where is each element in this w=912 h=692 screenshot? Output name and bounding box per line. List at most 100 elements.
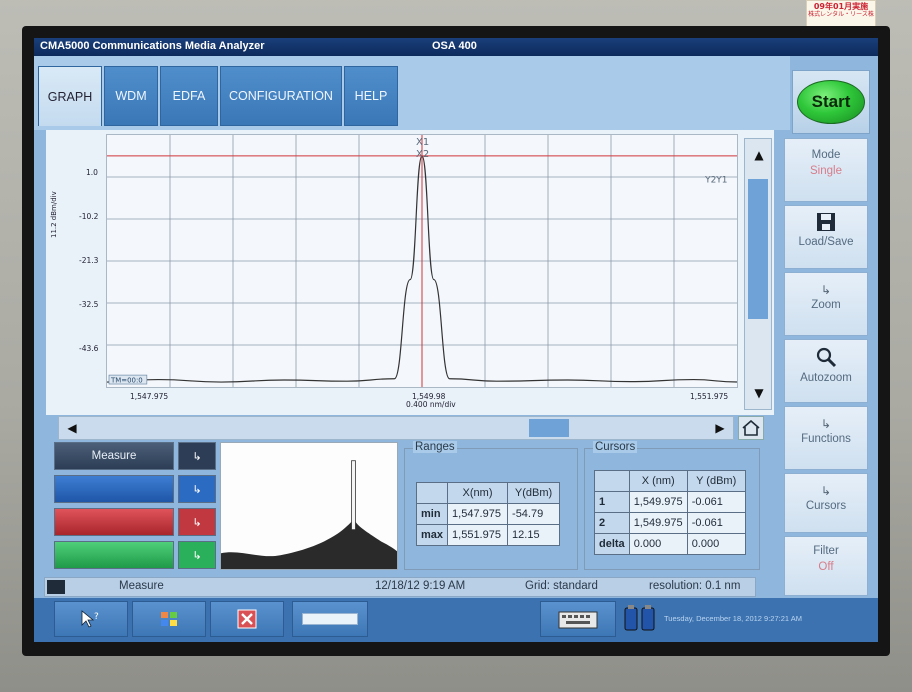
cursors-title: Cursors [593, 441, 638, 453]
trace-green-arrow-icon[interactable]: ↳ [178, 541, 216, 569]
autozoom-button[interactable]: Autozoom [784, 339, 868, 403]
taskbar: ? Tuesday, December 18, 2012 9:27:21 AM [34, 598, 878, 642]
magnifier-icon [816, 347, 837, 368]
floppy-disk-icon [817, 213, 835, 231]
pointer-help-icon[interactable]: ? [54, 601, 128, 637]
y-tick-label: -10.2 [79, 212, 99, 221]
table-header-row: X (nm) Y (dBm) [594, 470, 746, 492]
cursor-row-label: 1 [594, 491, 630, 513]
y-tick-label: -32.5 [79, 300, 99, 309]
functions-button[interactable]: ↳ Functions [784, 406, 868, 470]
keyboard-icon[interactable] [540, 601, 616, 637]
marker-x2-label: X2 [416, 149, 429, 160]
scroll-left-icon[interactable]: ◀ [63, 419, 81, 437]
svg-text:?: ? [94, 612, 99, 622]
cursor-row-label: delta [594, 533, 630, 555]
cursors-header-x: X (nm) [628, 470, 688, 492]
zoom-button[interactable]: ↳ Zoom [784, 272, 868, 336]
overview-minimap[interactable] [220, 442, 398, 570]
autozoom-label: Autozoom [800, 372, 852, 384]
horizontal-scroll-thumb[interactable] [529, 419, 569, 437]
x-scale-label: 0.400 nm/div [406, 400, 456, 409]
trace-green[interactable] [54, 541, 174, 569]
cursor2-x: 1,549.975 [628, 512, 688, 534]
horizontal-scrollbar[interactable]: ◀ ▶ [58, 416, 734, 440]
start-button[interactable]: Start [797, 80, 865, 124]
scroll-up-icon[interactable]: ▲ [749, 145, 769, 165]
sticker-line2: 株式レンタル・リース株 [808, 11, 874, 18]
table-row: delta 0.000 0.000 [594, 533, 746, 555]
load-save-label: Load/Save [798, 236, 854, 248]
table-row: 1 1,549.975 -0.061 [594, 491, 746, 513]
status-resolution: resolution: 0.1 nm [649, 580, 741, 592]
application-screen: CMA5000 Communications Media Analyzer OS… [34, 38, 878, 642]
cursors-button[interactable]: ↳ Cursors [784, 473, 868, 533]
cursors-header-y: Y (dBm) [686, 470, 746, 492]
cursors-table: X (nm) Y (dBm) 1 1,549.975 -0.061 2 1,54… [594, 470, 746, 555]
trace-red-arrow-icon[interactable]: ↳ [178, 508, 216, 536]
ranges-max-x: 1,551.975 [447, 524, 509, 546]
tab-graph[interactable]: GRAPH [38, 66, 102, 126]
y-tick-label: 1.0 [86, 168, 98, 177]
home-icon[interactable] [738, 416, 764, 440]
y-tick-label: -21.3 [79, 256, 99, 265]
cursor1-x: 1,549.975 [628, 491, 688, 513]
trace-tag: TM=00:0 [110, 377, 143, 385]
spectrum-plot[interactable]: X1 X2 Y2Y1 TM=00:0 [106, 134, 738, 388]
x-start-label: 1,547.975 [130, 392, 169, 401]
x-end-label: 1,551.975 [690, 392, 729, 401]
ranges-header-y: Y(dBm) [507, 482, 561, 504]
taskbar-clock: Tuesday, December 18, 2012 9:27:21 AM [664, 614, 802, 623]
filter-button[interactable]: Filter Off [784, 536, 868, 596]
y-axis-unit: 11.2 dBm/div [50, 191, 58, 238]
scroll-right-icon[interactable]: ▶ [711, 419, 729, 437]
vertical-scrollbar[interactable]: ▲ ▼ [744, 138, 772, 410]
tab-help[interactable]: HELP [344, 66, 398, 126]
submenu-arrow-icon: ↳ [820, 283, 832, 297]
status-grid: Grid: standard [525, 580, 598, 592]
trace-measure[interactable]: Measure [54, 442, 174, 470]
trace-red[interactable] [54, 508, 174, 536]
minimap-viewport[interactable] [351, 460, 356, 531]
ranges-table: X(nm) Y(dBm) min 1,547.975 -54.79 max 1,… [415, 482, 561, 546]
table-row: min 1,547.975 -54.79 [415, 503, 561, 525]
ranges-header-x: X(nm) [447, 482, 509, 504]
table-header-row: X(nm) Y(dBm) [415, 482, 561, 504]
module-title: OSA 400 [432, 40, 477, 52]
tab-configuration[interactable]: CONFIGURATION [220, 66, 342, 126]
tab-edfa[interactable]: EDFA [160, 66, 218, 126]
filter-value: Off [818, 561, 834, 573]
trace-blue[interactable] [54, 475, 174, 503]
ranges-title: Ranges [413, 441, 457, 453]
windows-icon[interactable] [132, 601, 206, 637]
ranges-max-y: 12.15 [507, 524, 561, 546]
mode-value: Single [810, 165, 842, 177]
tab-wdm[interactable]: WDM [104, 66, 158, 126]
status-bar: Measure 12/18/12 9:19 AM Grid: standard … [44, 577, 756, 597]
functions-label: Functions [801, 433, 851, 445]
trace-selector: Measure ↳ ↳ ↳ ↳ [54, 442, 216, 570]
cursor-delta-x: 0.000 [628, 533, 688, 555]
ranges-row-label: max [415, 524, 449, 546]
filter-label: Filter [813, 545, 839, 557]
battery-icon [624, 605, 655, 631]
y-tick-label: -43.6 [79, 344, 99, 353]
cursors-header-blank [594, 470, 630, 492]
trace-blue-arrow-icon[interactable]: ↳ [178, 475, 216, 503]
cursor2-y: -0.061 [686, 512, 746, 534]
sticker-line1: 09年01月実施 [813, 2, 869, 11]
table-row: 2 1,549.975 -0.061 [594, 512, 746, 534]
ranges-min-x: 1,547.975 [447, 503, 509, 525]
status-mode: Measure [119, 580, 164, 592]
close-icon[interactable] [210, 601, 284, 637]
scroll-down-icon[interactable]: ▼ [749, 383, 769, 403]
marker-x1-label: X1 [416, 137, 429, 148]
status-indicator [47, 580, 65, 594]
title-bar: CMA5000 Communications Media Analyzer OS… [34, 38, 878, 56]
load-save-button[interactable]: Load/Save [784, 205, 868, 269]
mode-button[interactable]: Mode Single [784, 138, 868, 202]
blank-task-button[interactable] [292, 601, 368, 637]
vertical-scroll-thumb[interactable] [748, 179, 768, 319]
submenu-arrow-icon: ↳ [820, 484, 832, 498]
trace-measure-arrow-icon[interactable]: ↳ [178, 442, 216, 470]
